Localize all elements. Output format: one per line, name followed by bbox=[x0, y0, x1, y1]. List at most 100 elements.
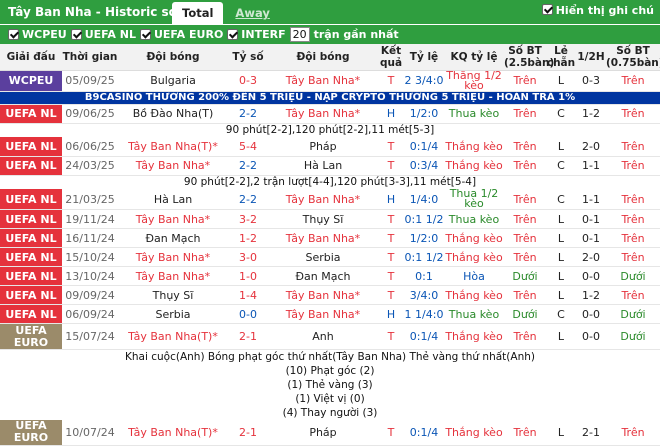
handicap-odds: 0:1 1/2 bbox=[404, 247, 444, 267]
league-badge[interactable]: UEFA EURO bbox=[0, 419, 62, 446]
away-team[interactable]: Tây Ban Nha* bbox=[268, 70, 378, 92]
league-badge[interactable]: UEFA NL bbox=[0, 228, 62, 248]
tab-away[interactable]: Away bbox=[225, 2, 280, 24]
corners-note: (10) Phạt góc (2) bbox=[285, 364, 375, 377]
filter-checkbox-uefa-nl[interactable] bbox=[70, 29, 82, 40]
home-team[interactable]: Tây Ban Nha* bbox=[118, 209, 228, 229]
match-score[interactable]: 2-1 bbox=[228, 323, 268, 350]
league-badge[interactable]: WCPEU bbox=[0, 70, 62, 92]
table-row: UEFA NL 09/09/24 Thụy Sĩ 1-4 Tây Ban Nha* T 3/… bbox=[0, 285, 660, 305]
over-under-25: Trên bbox=[504, 189, 546, 210]
league-badge[interactable]: UEFA NL bbox=[0, 156, 62, 176]
half-score: 1-2 bbox=[576, 285, 606, 305]
league-badge[interactable]: UEFA NL bbox=[0, 209, 62, 229]
league-badge[interactable]: UEFA NL bbox=[0, 189, 62, 210]
filter-checkbox-uefa-euro[interactable] bbox=[139, 29, 151, 40]
ad-banner-row[interactable]: B9CASINO THƯỞNG 200% ĐẾN 5 TRIỆU - NẠP C… bbox=[0, 91, 660, 105]
handicap-result: Thua kèo bbox=[444, 104, 504, 124]
note-row: Khai cuộc(Anh) Bóng phạt góc thứ nhất(Tâ… bbox=[0, 350, 660, 364]
tab-total[interactable]: Total bbox=[172, 2, 224, 24]
over-under-075: Trên bbox=[606, 285, 660, 305]
over-under-25: Dưới bbox=[504, 266, 546, 286]
home-team[interactable]: Serbia bbox=[118, 304, 228, 324]
home-team[interactable]: Tây Ban Nha(T)* bbox=[118, 323, 228, 350]
league-badge[interactable]: UEFA NL bbox=[0, 247, 62, 267]
match-score[interactable]: 2-2 bbox=[228, 189, 268, 210]
away-team[interactable]: Tây Ban Nha* bbox=[268, 285, 378, 305]
handicap-result: Thắng kèo bbox=[444, 137, 504, 157]
col-away: Đội bóng bbox=[268, 44, 378, 71]
away-team[interactable]: Pháp bbox=[268, 137, 378, 157]
away-team[interactable]: Đan Mạch bbox=[268, 266, 378, 286]
away-team[interactable]: Pháp bbox=[268, 419, 378, 446]
table-row: WCPEU 05/09/25 Bulgaria 0-3 Tây Ban Nha* T 2 3… bbox=[0, 70, 660, 92]
match-count-select[interactable]: 20 bbox=[289, 27, 310, 42]
handicap-odds: 2 3/4:0 bbox=[404, 70, 444, 92]
match-score[interactable]: 3-0 bbox=[228, 247, 268, 267]
col-odd-even: Lẻ chẵn bbox=[546, 44, 576, 71]
league-badge[interactable]: UEFA NL bbox=[0, 137, 62, 157]
league-badge[interactable]: UEFA NL bbox=[0, 266, 62, 286]
show-notes-toggle[interactable]: Hiển thị ghi chú bbox=[538, 4, 654, 17]
over-under-25: Trên bbox=[504, 104, 546, 124]
match-result: T bbox=[378, 137, 404, 157]
match-date: 09/09/24 bbox=[62, 285, 118, 305]
home-team[interactable]: Tây Ban Nha* bbox=[118, 247, 228, 267]
home-team[interactable]: Tây Ban Nha(T)* bbox=[118, 137, 228, 157]
ad-banner[interactable]: B9CASINO THƯỞNG 200% ĐẾN 5 TRIỆU - NẠP C… bbox=[0, 91, 660, 105]
home-team[interactable]: Đan Mạch bbox=[118, 228, 228, 248]
home-team[interactable]: Bulgaria bbox=[118, 70, 228, 92]
league-badge[interactable]: UEFA NL bbox=[0, 304, 62, 324]
league-badge[interactable]: UEFA NL bbox=[0, 285, 62, 305]
half-score: 2-1 bbox=[576, 419, 606, 446]
table-row: UEFA NL 09/06/25 Bồ Đào Nha(T) 2-2 Tây Ban N… bbox=[0, 104, 660, 124]
home-team[interactable]: Thụy Sĩ bbox=[118, 285, 228, 305]
handicap-odds: 1/2:0 bbox=[404, 104, 444, 124]
match-score[interactable]: 3-2 bbox=[228, 209, 268, 229]
away-team[interactable]: Tây Ban Nha* bbox=[268, 228, 378, 248]
away-team[interactable]: Thụy Sĩ bbox=[268, 209, 378, 229]
away-team[interactable]: Anh bbox=[268, 323, 378, 350]
match-result: H bbox=[378, 189, 404, 210]
odd-even: C bbox=[546, 189, 576, 210]
league-badge[interactable]: UEFA EURO bbox=[0, 323, 62, 350]
away-team[interactable]: Serbia bbox=[268, 247, 378, 267]
league-badge[interactable]: UEFA NL bbox=[0, 104, 62, 124]
home-team[interactable]: Tây Ban Nha(T)* bbox=[118, 419, 228, 446]
match-score[interactable]: 2-1 bbox=[228, 419, 268, 446]
handicap-odds: 0:1 1/2 bbox=[404, 209, 444, 229]
home-team[interactable]: Tây Ban Nha* bbox=[118, 266, 228, 286]
match-score[interactable]: 1-2 bbox=[228, 228, 268, 248]
away-team[interactable]: Tây Ban Nha* bbox=[268, 304, 378, 324]
match-result: T bbox=[378, 323, 404, 350]
match-score[interactable]: 1-0 bbox=[228, 266, 268, 286]
home-team[interactable]: Hà Lan bbox=[118, 189, 228, 210]
home-team[interactable]: Bồ Đào Nha(T) bbox=[118, 104, 228, 124]
odd-even: L bbox=[546, 137, 576, 157]
home-team[interactable]: Tây Ban Nha* bbox=[118, 156, 228, 176]
table-row: UEFA EURO 10/07/24 Tây Ban Nha(T)* 2-1 Pháp T… bbox=[0, 419, 660, 446]
filter-bar: WCPEU UEFA NL UEFA EURO INTERF 20 trận gầ… bbox=[0, 24, 660, 44]
col-league: Giải đấu bbox=[0, 44, 62, 71]
match-score[interactable]: 1-4 bbox=[228, 285, 268, 305]
handicap-result: Thắng kèo bbox=[444, 228, 504, 248]
show-notes-checkbox[interactable] bbox=[541, 4, 553, 15]
match-score[interactable]: 5-4 bbox=[228, 137, 268, 157]
match-score[interactable]: 0-3 bbox=[228, 70, 268, 92]
show-notes-label: Hiển thị ghi chú bbox=[555, 4, 654, 17]
match-date: 09/06/25 bbox=[62, 104, 118, 124]
col-half: 1/2H bbox=[576, 44, 606, 71]
handicap-odds: 0:1 bbox=[404, 266, 444, 286]
match-score[interactable]: 2-2 bbox=[228, 104, 268, 124]
filter-checkbox-wcpeu[interactable] bbox=[8, 29, 19, 40]
away-team[interactable]: Hà Lan bbox=[268, 156, 378, 176]
filter-checkbox-interf[interactable] bbox=[227, 29, 239, 40]
away-team[interactable]: Tây Ban Nha* bbox=[268, 104, 378, 124]
half-score: 2-0 bbox=[576, 247, 606, 267]
away-team[interactable]: Tây Ban Nha* bbox=[268, 189, 378, 210]
match-score[interactable]: 2-2 bbox=[228, 156, 268, 176]
match-score[interactable]: 0-0 bbox=[228, 304, 268, 324]
handicap-odds: 1/4:0 bbox=[404, 189, 444, 210]
table-row: UEFA NL 21/03/25 Hà Lan 2-2 Tây Ban Nha* H 1/4… bbox=[0, 189, 660, 210]
half-score: 0-1 bbox=[576, 209, 606, 229]
